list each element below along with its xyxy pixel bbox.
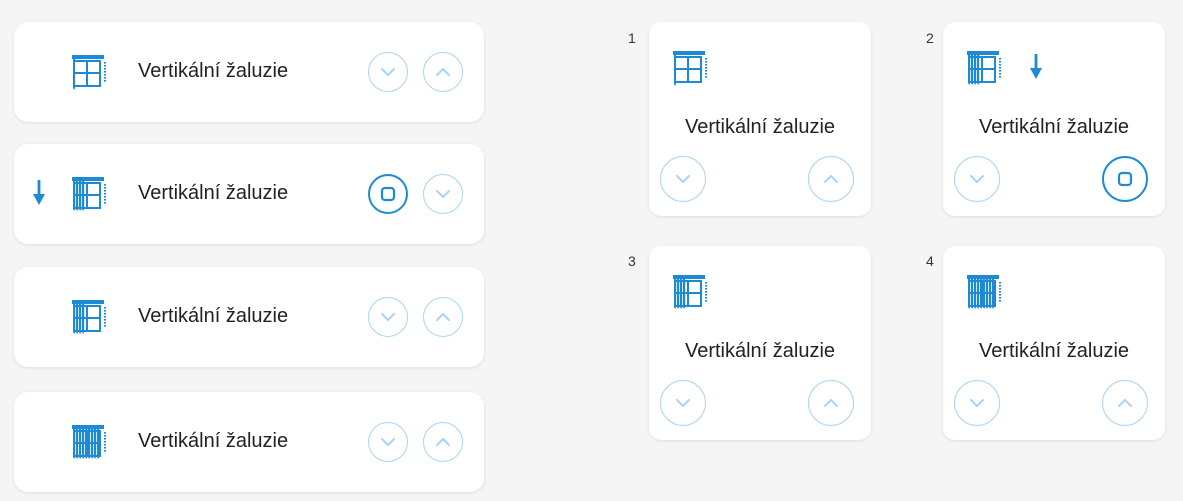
blind-tile-4: Vertikální žaluzie: [943, 246, 1165, 440]
chevron-down-icon: [436, 190, 450, 198]
blind-row-1: Vertikální žaluzie: [14, 22, 484, 122]
blind-half-icon: [66, 297, 110, 337]
tile-number: 3: [628, 253, 636, 269]
blind-row-4: Vertikální žaluzie: [14, 392, 484, 492]
blind-stop-button[interactable]: [368, 174, 408, 214]
blind-down-button[interactable]: [423, 174, 463, 214]
chevron-down-icon: [970, 175, 984, 183]
blind-stop-button[interactable]: [1102, 156, 1148, 202]
blind-up-button[interactable]: [423, 297, 463, 337]
blind-label: Vertikální žaluzie: [138, 60, 289, 82]
blind-row-3: Vertikální žaluzie: [14, 267, 484, 367]
chevron-down-icon: [381, 438, 395, 446]
blind-down-button[interactable]: [660, 156, 706, 202]
blind-closed-icon: [66, 422, 110, 462]
chevron-up-icon: [436, 313, 450, 321]
blind-tile-1: Vertikální žaluzie: [649, 22, 871, 216]
chevron-up-icon: [824, 175, 838, 183]
blind-open-icon: [667, 48, 711, 88]
chevron-up-icon: [436, 68, 450, 76]
blind-tile-3: Vertikální žaluzie: [649, 246, 871, 440]
blind-open-icon: [66, 52, 110, 92]
chevron-down-icon: [381, 68, 395, 76]
chevron-down-icon: [381, 313, 395, 321]
chevron-up-icon: [1118, 399, 1132, 407]
chevron-down-icon: [676, 399, 690, 407]
chevron-up-icon: [824, 399, 838, 407]
blind-closed-icon: [961, 272, 1005, 312]
blind-label: Vertikální žaluzie: [684, 116, 836, 138]
blind-up-button[interactable]: [808, 156, 854, 202]
stop-icon: [1117, 171, 1133, 187]
blind-up-button[interactable]: [1102, 380, 1148, 426]
blind-down-button[interactable]: [368, 297, 408, 337]
blind-label: Vertikální žaluzie: [978, 340, 1130, 362]
blind-half-icon: [667, 272, 711, 312]
blind-row-2: Vertikální žaluzie: [14, 144, 484, 244]
down-arrow-icon: [1029, 52, 1043, 82]
chevron-down-icon: [676, 175, 690, 183]
stop-icon: [380, 186, 396, 202]
blind-up-button[interactable]: [423, 52, 463, 92]
blind-half-icon: [66, 174, 110, 214]
blind-half-icon: [961, 48, 1005, 88]
blind-label: Vertikální žaluzie: [978, 116, 1130, 138]
blind-down-button[interactable]: [954, 156, 1000, 202]
blind-down-button[interactable]: [368, 422, 408, 462]
blind-up-button[interactable]: [423, 422, 463, 462]
tile-number: 1: [628, 30, 636, 46]
blind-label: Vertikální žaluzie: [138, 182, 289, 204]
chevron-down-icon: [970, 399, 984, 407]
blind-down-button[interactable]: [368, 52, 408, 92]
down-arrow-icon: [32, 178, 46, 208]
blind-label: Vertikální žaluzie: [138, 430, 289, 452]
blind-up-button[interactable]: [808, 380, 854, 426]
tile-number: 4: [926, 253, 934, 269]
tile-number: 2: [926, 30, 934, 46]
chevron-up-icon: [436, 438, 450, 446]
blind-tile-2: Vertikální žaluzie: [943, 22, 1165, 216]
blind-label: Vertikální žaluzie: [684, 340, 836, 362]
blind-down-button[interactable]: [660, 380, 706, 426]
blind-down-button[interactable]: [954, 380, 1000, 426]
blind-label: Vertikální žaluzie: [138, 305, 289, 327]
